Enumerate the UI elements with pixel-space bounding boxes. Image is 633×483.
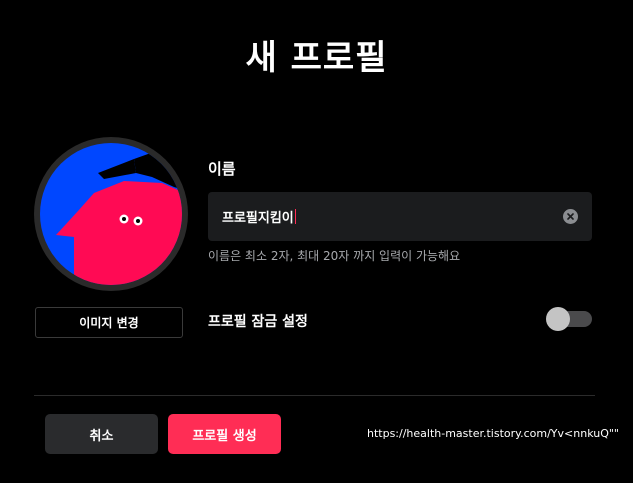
toggle-knob xyxy=(546,307,570,331)
page-title: 새 프로필 xyxy=(245,38,388,78)
profile-avatar[interactable] xyxy=(34,137,188,291)
close-icon xyxy=(567,213,574,220)
name-helper-text: 이름은 최소 2자, 최대 20자 까지 입력이 가능해요 xyxy=(208,249,461,263)
name-field[interactable]: 프로필지킴이 xyxy=(208,192,592,241)
cancel-button[interactable]: 취소 xyxy=(45,414,158,454)
create-profile-button[interactable]: 프로필 생성 xyxy=(168,414,281,454)
change-image-button[interactable]: 이미지 변경 xyxy=(35,307,183,338)
profile-lock-toggle[interactable] xyxy=(546,307,592,331)
text-caret xyxy=(294,209,296,224)
avatar-illustration xyxy=(34,137,188,291)
profile-lock-label: 프로필 잠금 설정 xyxy=(208,314,308,330)
source-url-text: https://health-master.tistory.com/Yv<nnk… xyxy=(367,427,619,440)
name-label: 이름 xyxy=(208,160,236,178)
footer-divider xyxy=(34,395,595,396)
name-input[interactable]: 프로필지킴이 xyxy=(222,207,294,226)
clear-input-button[interactable] xyxy=(563,209,578,224)
